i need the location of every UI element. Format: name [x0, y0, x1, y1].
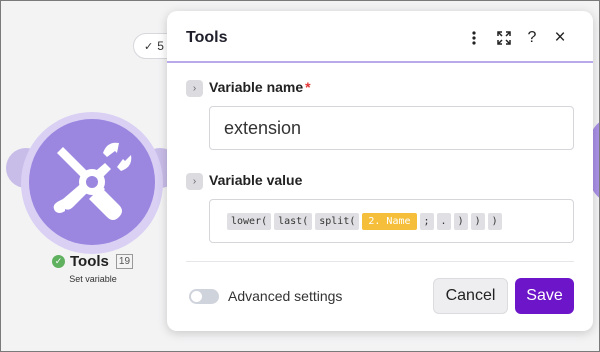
panel-title: Tools — [186, 29, 228, 46]
variable-name-input[interactable]: extension — [209, 106, 574, 150]
function-token-last[interactable]: last( — [274, 212, 313, 230]
close-icon[interactable]: × — [550, 27, 570, 48]
separator-token[interactable]: ; — [419, 212, 434, 230]
advanced-settings-toggle[interactable] — [189, 289, 219, 304]
tools-icon — [53, 142, 132, 220]
save-button[interactable]: Save — [515, 278, 574, 314]
more-vertical-icon[interactable] — [464, 28, 484, 48]
help-icon[interactable]: ? — [522, 28, 542, 48]
variable-value-label: Variable value — [209, 172, 303, 188]
close-paren-token[interactable]: ) — [453, 212, 468, 230]
variable-value-formula[interactable]: lower( last( split( 2. Name ; . ) ) ) — [209, 199, 574, 243]
module-label: ✓ Tools 19 — [52, 253, 134, 270]
text-token-dot[interactable]: . — [436, 212, 451, 230]
check-circle-icon: ✓ — [52, 255, 65, 268]
panel-header: Tools ? × — [167, 11, 593, 63]
close-paren-token[interactable]: ) — [470, 212, 485, 230]
variable-name-label: Variable name * — [209, 79, 311, 95]
module-subtitle: Set variable — [69, 274, 117, 284]
double-check-icon: ✓ — [144, 41, 154, 53]
function-token-lower[interactable]: lower( — [227, 212, 272, 230]
footer-divider — [186, 261, 574, 262]
module-name: Tools — [70, 253, 109, 270]
tools-module[interactable] — [29, 119, 155, 245]
required-mark: * — [305, 79, 311, 95]
expand-icon[interactable] — [494, 28, 514, 48]
module-id: 19 — [115, 254, 134, 269]
variable-name-label-text: Variable name — [209, 79, 304, 95]
variable-token-name[interactable]: 2. Name — [362, 212, 417, 230]
advanced-settings-label: Advanced settings — [228, 288, 343, 304]
close-paren-token[interactable]: ) — [487, 212, 502, 230]
operations-count: 5 — [157, 39, 164, 53]
toggle-knob — [191, 291, 202, 302]
chevron-right-icon[interactable]: › — [186, 173, 203, 190]
cancel-button[interactable]: Cancel — [433, 278, 508, 314]
function-token-split[interactable]: split( — [315, 212, 360, 230]
chevron-right-icon[interactable]: › — [186, 80, 203, 97]
module-settings-panel: Tools ? × › Variable name * extension › V… — [167, 11, 593, 331]
